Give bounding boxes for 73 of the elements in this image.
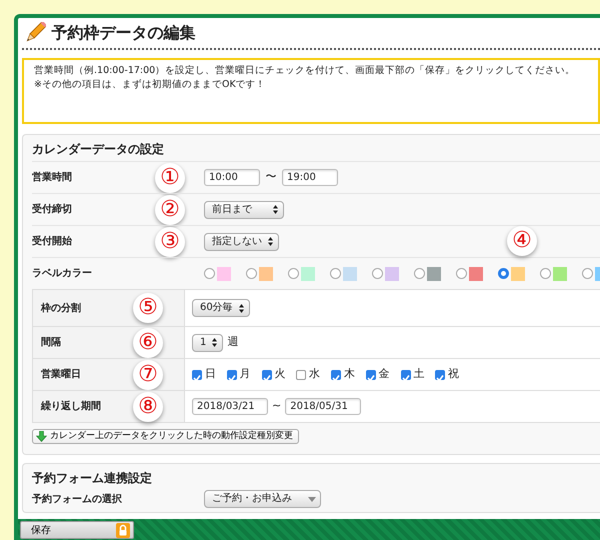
weekday-label: 日 [204,366,216,382]
weekday-label: 火 [274,366,286,382]
checkbox[interactable] [192,370,202,380]
checkbox[interactable] [400,370,410,380]
checkmark-icon [436,374,444,382]
field-label: 営業時間 [32,172,72,183]
checkmark-icon [262,374,270,382]
checkbox[interactable] [366,370,376,380]
date-input[interactable]: 2018/05/31 [285,398,362,415]
save-button[interactable]: 保存 [20,521,134,539]
field-label: 予約フォームの選択 [32,494,122,504]
weekday-label: 祝 [448,366,459,382]
radio-button[interactable] [330,268,341,279]
radio-button[interactable] [456,268,467,279]
field-label: 受付開始 [32,236,72,247]
range-separator: ~ [272,398,282,414]
dropdown[interactable]: ご予約・お申込み [204,490,321,508]
field-label: ラベルカラー [32,268,92,279]
radio-button[interactable] [246,268,257,279]
radio-button[interactable] [498,268,509,279]
up-down-arrow-icon [212,338,218,347]
field-label: 営業曜日 [41,368,81,382]
notice-text: 営業時間（例.10:00-17:00）を設定し、営業曜日にチェックを付けて、画面最下部の「保存」をクリックしてください。 [34,64,576,78]
radio-button[interactable] [372,268,383,279]
field-label: 受付締切 [32,204,72,215]
unit-label: 週 [227,334,238,350]
dropdown-arrow-icon [308,496,316,502]
checkmark-icon [193,374,201,382]
radio-button[interactable] [288,268,299,279]
checkmark-icon [402,374,410,382]
section-title: カレンダーデータの設定 [32,141,165,158]
page-title: 予約枠データの編集 [52,22,196,44]
pencil-icon [24,22,46,44]
weekday-label: 水 [309,366,320,382]
checkbox[interactable] [226,370,237,380]
checkbox[interactable] [296,370,306,380]
checkbox[interactable] [331,370,341,380]
dropdown[interactable]: 1 [192,334,224,352]
weekday-label: 月 [240,366,250,382]
up-down-arrow-icon [268,237,273,246]
annotation-number: ③ [155,226,185,256]
up-down-arrow-icon [273,205,278,214]
checkmark-icon [366,374,375,382]
annotation-number: ④ [507,226,537,256]
down-arrow-icon [36,431,47,442]
time-input[interactable]: 10:00 [204,169,260,186]
radio-button[interactable] [540,268,551,279]
lock-icon [116,522,130,538]
checkbox[interactable] [435,370,446,380]
field-label: 間隔 [41,336,61,350]
checkmark-icon [332,374,340,382]
radio-button[interactable] [204,268,215,279]
annotation-number: ② [155,194,185,224]
notice-text: ※その他の項目は、まずは初期値のままでOKです！ [34,78,267,92]
dropdown[interactable]: 60分毎 [192,299,250,317]
weekday-label: 土 [413,366,424,382]
section-title: 予約フォーム連携設定 [32,470,153,487]
field-label: 枠の分割 [41,302,81,316]
radio-button[interactable] [582,268,593,279]
date-input[interactable]: 2018/03/21 [192,398,268,415]
dropdown[interactable]: 前日まで [204,200,284,218]
weekday-label: 金 [378,366,390,382]
range-separator: 〜 [266,169,276,186]
up-down-arrow-icon [238,304,244,312]
checkbox[interactable] [262,370,272,380]
annotation-number: ① [155,162,185,192]
checkmark-icon [228,374,236,382]
time-input[interactable]: 19:00 [282,169,338,186]
field-label: 繰り返し期間 [41,400,101,414]
toggle-button[interactable]: カレンダー上のデータをクリックした時の動作設定種別変更 [32,429,299,444]
radio-button[interactable] [414,268,425,279]
dropdown[interactable]: 指定しない [204,232,279,250]
weekday-label: 木 [344,366,355,382]
